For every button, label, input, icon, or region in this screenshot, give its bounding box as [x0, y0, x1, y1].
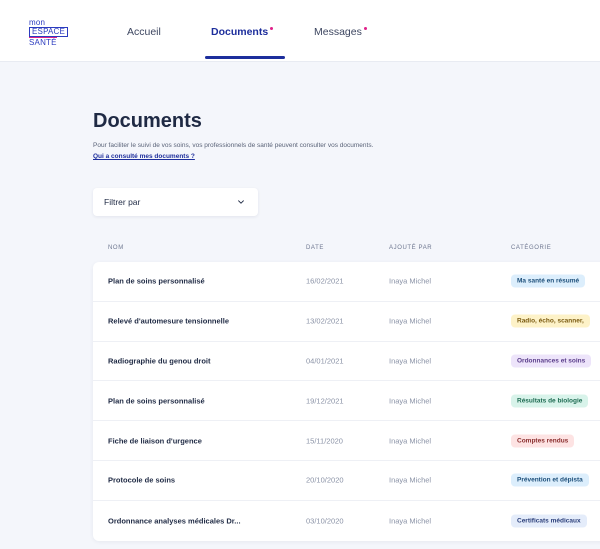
notification-dot-icon [270, 27, 274, 30]
category-badge: Comptes rendus [511, 434, 575, 448]
table-row[interactable]: Plan de soins personnalisé 16/02/2021 In… [93, 262, 600, 302]
column-header-date: DATE [306, 245, 324, 251]
tab-documents-label: Documents [211, 26, 269, 38]
logo-line-3: SANTÉ [29, 37, 57, 47]
document-date: 20/10/2020 [306, 475, 344, 485]
tab-documents[interactable]: Documents [211, 26, 274, 38]
logo-line-2: ESPACE [29, 27, 69, 37]
column-header-categorie: CATÉGORIE [511, 245, 552, 251]
tab-messages[interactable]: Messages [314, 26, 367, 38]
category-badge: Radio, écho, scanner, [511, 314, 590, 328]
document-name: Plan de soins personnalisé [108, 396, 205, 406]
document-date: 13/02/2021 [306, 316, 344, 326]
document-author: Inaya Michel [389, 436, 432, 446]
category-badge: Ma santé en résumé [511, 274, 586, 288]
mon-espace-sante-logo[interactable]: mon ESPACE SANTÉ [29, 18, 73, 47]
category-badge: Prévention et dépista [511, 473, 589, 487]
document-author: Inaya Michel [389, 316, 432, 326]
column-header-ajoute-par: AJOUTÉ PAR [389, 245, 433, 251]
page-title: Documents [93, 110, 202, 132]
filter-dropdown[interactable]: Filtrer par [93, 188, 258, 216]
tab-accueil-label: Accueil [127, 26, 161, 38]
table-row[interactable]: Plan de soins personnalisé 19/12/2021 In… [93, 381, 600, 422]
column-header-nom: NOM [108, 245, 124, 251]
category-badge: Résultats de biologie [511, 394, 589, 408]
document-author: Inaya Michel [389, 276, 432, 286]
document-date: 15/11/2020 [306, 436, 343, 446]
notification-dot-icon [363, 27, 367, 30]
table-row[interactable]: Fiche de liaison d'urgence 15/11/2020 In… [93, 421, 600, 461]
document-author: Inaya Michel [389, 516, 432, 526]
document-name: Relevé d'automesure tensionnelle [108, 316, 229, 326]
document-name: Plan de soins personnalisé [108, 276, 205, 286]
document-author: Inaya Michel [389, 475, 432, 485]
table-row[interactable]: Relevé d'automesure tensionnelle 13/02/2… [93, 302, 600, 342]
top-navigation: mon ESPACE SANTÉ Accueil Documents Messa… [0, 0, 600, 62]
table-row[interactable]: Protocole de soins 20/10/2020 Inaya Mich… [93, 461, 600, 501]
category-badge: Certificats médicaux [511, 514, 587, 528]
document-author: Inaya Michel [389, 396, 432, 406]
document-name: Ordonnance analyses médicales Dr... [108, 516, 241, 526]
document-date: 03/10/2020 [306, 516, 344, 526]
chevron-down-icon [238, 200, 244, 204]
document-name: Protocole de soins [108, 475, 176, 485]
logo-line-1: mon [29, 18, 46, 27]
document-name: Radiographie du genou droit [108, 356, 211, 366]
active-tab-indicator [205, 56, 285, 59]
filter-label: Filtrer par [104, 197, 141, 207]
consult-history-link[interactable]: Qui a consulté mes documents ? [93, 153, 195, 160]
tab-accueil[interactable]: Accueil [127, 26, 161, 38]
tab-messages-label: Messages [314, 26, 362, 38]
table-row[interactable]: Ordonnance analyses médicales Dr... 03/1… [93, 501, 600, 541]
document-name: Fiche de liaison d'urgence [108, 436, 202, 446]
document-date: 19/12/2021 [306, 396, 344, 406]
page-subtitle: Pour faciliter le suivi de vos soins, vo… [93, 142, 374, 149]
documents-table: Plan de soins personnalisé 16/02/2021 In… [93, 262, 600, 541]
category-badge: Ordonnances et soins [511, 354, 592, 368]
document-date: 16/02/2021 [306, 276, 344, 286]
table-row[interactable]: Radiographie du genou droit 04/01/2021 I… [93, 342, 600, 382]
document-date: 04/01/2021 [306, 356, 344, 366]
document-author: Inaya Michel [389, 356, 432, 366]
